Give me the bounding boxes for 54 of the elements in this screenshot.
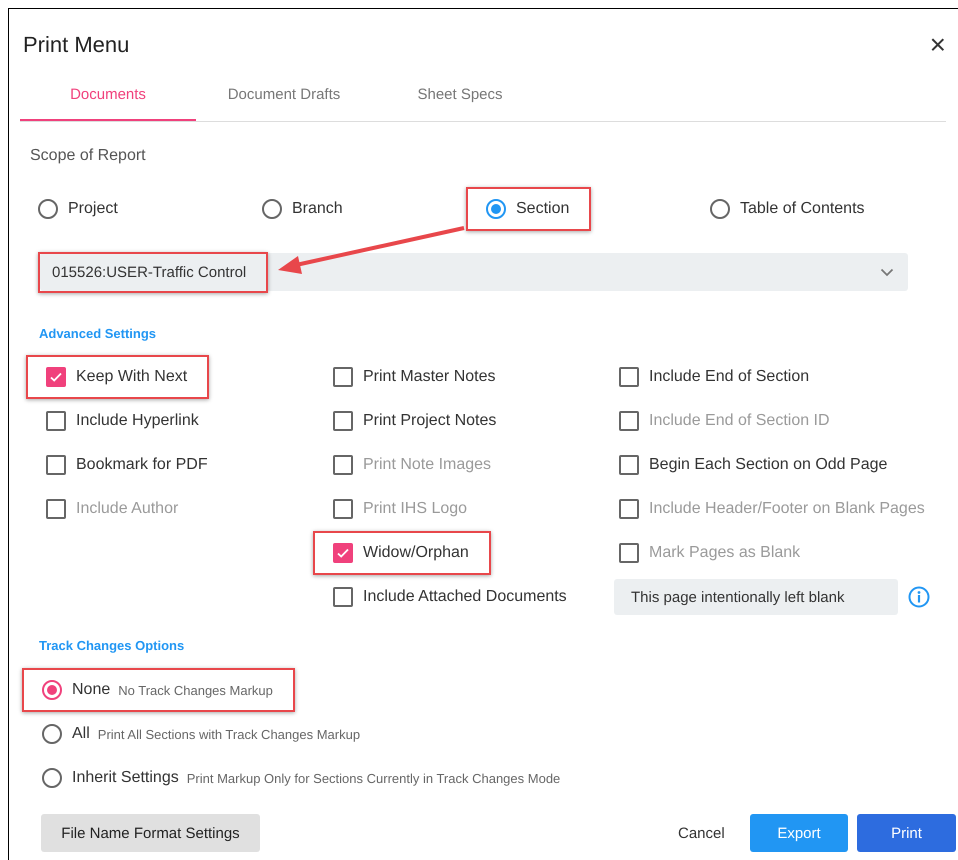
checkbox-icon[interactable] <box>619 367 639 387</box>
checkbox-icon[interactable] <box>46 411 66 431</box>
checkbox-option[interactable]: Bookmark for PDF <box>46 455 208 475</box>
checkbox-option[interactable]: Print Project Notes <box>333 411 496 431</box>
radio-icon[interactable] <box>42 724 62 744</box>
option-label[interactable]: Inherit Settings <box>72 769 179 787</box>
radio-icon[interactable] <box>486 199 506 219</box>
checkbox-icon[interactable] <box>333 367 353 387</box>
dropdown-field[interactable]: 015526:USER-Traffic Control <box>40 253 908 291</box>
checkbox-icon[interactable] <box>46 455 66 475</box>
info-icon[interactable] <box>908 586 930 608</box>
cancel-button[interactable]: Cancel <box>660 814 740 852</box>
option-label[interactable]: None <box>72 681 110 699</box>
dialog-title: Print Menu <box>23 32 130 58</box>
radio-option[interactable]: None No Track Changes Markup <box>42 680 273 700</box>
checkbox-option[interactable]: Include Attached Documents <box>333 587 567 607</box>
tab[interactable]: Documents <box>20 81 196 121</box>
option-description: Print All Sections with Track Changes Markup <box>98 726 360 742</box>
radio-icon[interactable] <box>710 199 730 219</box>
checkbox-icon[interactable] <box>619 455 639 475</box>
radio-icon[interactable] <box>42 680 62 700</box>
section-heading: Scope of Report <box>30 146 147 166</box>
checkbox-option[interactable]: Keep With Next <box>46 367 188 387</box>
checkbox-option[interactable]: Print Master Notes <box>333 367 496 387</box>
radio-icon[interactable] <box>262 199 282 219</box>
radio-option[interactable]: Section <box>486 199 570 219</box>
checkbox-option[interactable]: Include End of Section <box>619 367 810 387</box>
dropdown-value: 015526:USER-Traffic Control <box>52 264 246 280</box>
checkbox-option[interactable]: Widow/Orphan <box>333 543 469 563</box>
radio-option[interactable]: Branch <box>262 199 343 219</box>
text-field[interactable]: This page intentionally left blank <box>614 579 898 615</box>
chevron-down-icon[interactable] <box>880 268 894 276</box>
tab[interactable]: Sheet Specs <box>372 81 548 121</box>
checkbox-option[interactable]: Include Hyperlink <box>46 411 199 431</box>
checkbox-icon[interactable] <box>333 543 353 563</box>
section-heading: Advanced Settings <box>39 326 158 342</box>
option-description: Print Markup Only for Sections Currently in Track Changes Mode <box>186 770 560 786</box>
option-label[interactable]: All <box>72 725 90 743</box>
action-button[interactable]: File Name Format Settings <box>41 814 260 852</box>
action-button[interactable]: Print <box>857 814 956 852</box>
radio-icon[interactable] <box>42 768 62 788</box>
checkbox-icon[interactable] <box>333 587 353 607</box>
checkbox-option[interactable]: Begin Each Section on Odd Page <box>619 455 888 475</box>
checkbox-icon[interactable] <box>333 411 353 431</box>
radio-option[interactable]: Inherit Settings Print Markup Only for Sections Currently in Track Changes Mode <box>42 768 560 788</box>
tab[interactable]: Document Drafts <box>196 81 372 121</box>
close-button[interactable]: × <box>930 31 946 59</box>
radio-option[interactable]: Project <box>38 199 118 219</box>
radio-icon[interactable] <box>38 199 58 219</box>
radio-option[interactable]: All Print All Sections with Track Changes Markup <box>42 724 360 744</box>
checkbox-icon[interactable] <box>46 367 66 387</box>
radio-option[interactable]: Table of Contents <box>710 199 865 219</box>
section-heading: Track Changes Options <box>39 638 186 654</box>
option-description: No Track Changes Markup <box>118 682 273 698</box>
